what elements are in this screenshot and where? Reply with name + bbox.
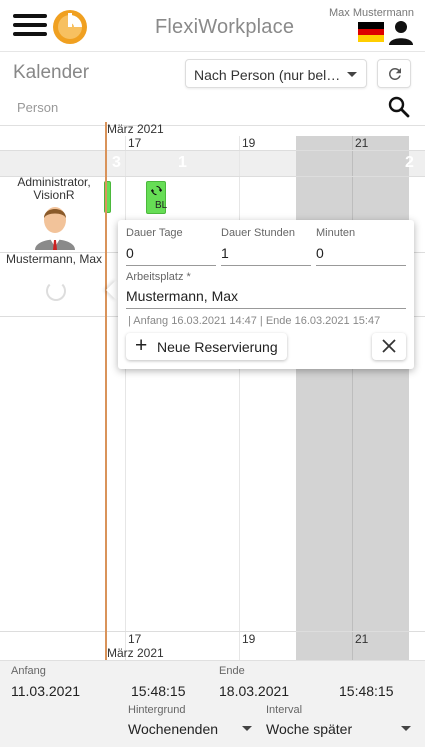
chevron-down-icon xyxy=(347,72,357,77)
ende-label: Ende xyxy=(219,665,245,677)
person-row-label: Mustermann, Max xyxy=(5,252,103,266)
anfang-label: Anfang xyxy=(11,665,46,677)
search-icon[interactable] xyxy=(387,95,411,119)
arbeitsplatz-label: Arbeitsplatz * xyxy=(126,271,191,283)
dauer-stunden-field[interactable]: 1 xyxy=(221,245,229,261)
refresh-button[interactable] xyxy=(377,59,411,88)
hintergrund-label: Hintergrund xyxy=(128,704,186,716)
dauer-tage-field[interactable]: 0 xyxy=(126,245,134,261)
toolbar: Kalender Nach Person (nur bel… Person xyxy=(0,52,425,126)
day-label: 19 xyxy=(242,632,256,646)
grid-line xyxy=(352,136,353,660)
day-label: 19 xyxy=(242,136,256,150)
minuten-field[interactable]: 0 xyxy=(316,245,324,261)
week-number: 3 xyxy=(112,154,121,171)
day-label: 17 xyxy=(128,136,142,150)
close-icon xyxy=(382,339,396,353)
time-range-info: | Anfang 16.03.2021 14:47 | Ende 16.03.2… xyxy=(128,315,381,327)
ende-date-field[interactable]: 18.03.2021 xyxy=(219,683,289,699)
calendar-grid[interactable]: März 2021 17 19 21 3 1 2 Administrator, … xyxy=(0,122,425,660)
dauer-stunden-label: Dauer Stunden xyxy=(221,227,295,239)
field-underline xyxy=(316,265,406,266)
field-underline xyxy=(126,308,406,309)
page-title: Kalender xyxy=(13,62,90,83)
today-indicator xyxy=(105,122,107,660)
day-label: 17 xyxy=(128,632,142,646)
grid-line xyxy=(125,136,126,660)
avatar xyxy=(35,207,75,250)
app-title: FlexiWorkplace xyxy=(155,16,295,38)
reservation-event[interactable]: BL xyxy=(146,181,168,214)
month-label-bottom: März 2021 xyxy=(107,646,164,660)
grid-line xyxy=(239,136,240,660)
view-select-value: Nach Person (nur bel… xyxy=(194,67,341,83)
person-filter-label: Person xyxy=(17,100,59,115)
minuten-label: Minuten xyxy=(316,227,356,239)
event-label: BL xyxy=(155,200,168,211)
field-underline xyxy=(126,265,216,266)
grid-line xyxy=(0,150,425,151)
close-button[interactable] xyxy=(372,333,406,360)
view-select[interactable]: Nach Person (nur bel… xyxy=(185,59,367,88)
new-reservation-button[interactable]: + Neue Reservierung xyxy=(126,333,287,360)
week-number: 1 xyxy=(178,154,187,171)
field-underline xyxy=(221,265,311,266)
interval-select[interactable]: Woche später xyxy=(266,721,352,737)
reservation-popup: Dauer Tage 0 Dauer Stunden 1 Minuten 0 A… xyxy=(118,220,414,369)
loading-spinner-icon xyxy=(46,281,66,301)
new-reservation-label: Neue Reservierung xyxy=(157,339,278,355)
week-number: 2 xyxy=(405,154,414,171)
anfang-time-field[interactable]: 15:48:15 xyxy=(131,683,186,699)
user-icon[interactable] xyxy=(388,19,414,45)
german-flag-icon[interactable] xyxy=(358,22,384,42)
refresh-icon xyxy=(388,67,401,80)
menu-icon[interactable] xyxy=(13,12,47,38)
month-label-top: März 2021 xyxy=(107,122,164,136)
chevron-down-icon xyxy=(242,726,252,731)
anfang-date-field[interactable]: 11.03.2021 xyxy=(11,683,80,699)
day-label: 21 xyxy=(355,136,369,150)
chevron-down-icon xyxy=(401,726,411,731)
date-range-footer: Anfang 11.03.2021 15:48:15 Ende 18.03.20… xyxy=(0,660,425,747)
interval-label: Interval xyxy=(266,704,303,716)
arbeitsplatz-field[interactable]: Mustermann, Max xyxy=(126,288,238,304)
app-logo xyxy=(53,10,87,44)
plus-icon: + xyxy=(135,334,148,357)
ende-time-field[interactable]: 15:48:15 xyxy=(339,683,394,699)
user-name: Max Mustermann xyxy=(329,7,414,19)
person-row-label: Administrator, VisionR xyxy=(17,175,91,202)
app-header: FlexiWorkplace Max Mustermann xyxy=(0,0,425,52)
day-label: 21 xyxy=(355,632,369,646)
dauer-tage-label: Dauer Tage xyxy=(126,227,183,239)
sync-icon xyxy=(151,185,162,196)
hintergrund-select[interactable]: Wochenenden xyxy=(128,721,218,737)
